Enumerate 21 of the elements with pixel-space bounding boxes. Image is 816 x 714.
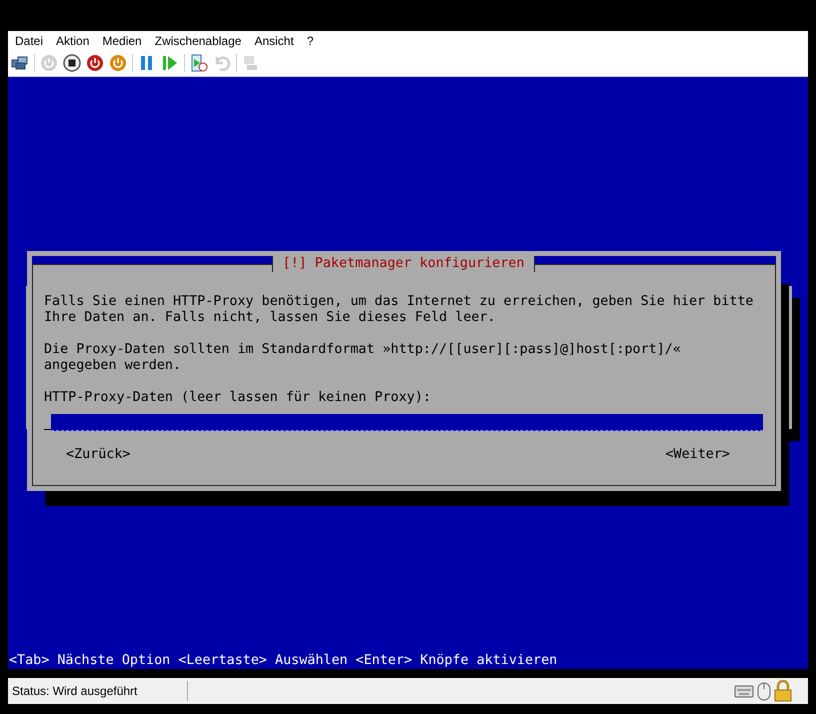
power-icon[interactable] <box>86 54 104 72</box>
dialog-text: Die Proxy-Daten sollten im Standardformat »http://[[user][:pass]@]host[:port]/« angegeben werden. <box>44 342 682 374</box>
menu-item[interactable]: Aktion <box>49 34 96 48</box>
menu-item[interactable]: Medien <box>95 34 148 48</box>
menu-item[interactable]: ? <box>300 34 320 48</box>
menu-item[interactable]: Zwischenablage <box>148 34 248 48</box>
power-icon[interactable] <box>109 54 127 72</box>
dialog-title: [!] Paketmanager konfigurieren <box>272 256 536 272</box>
play-icon[interactable] <box>161 54 179 72</box>
help-line: <Tab> Nächste Option <Leertaste> Auswählen <Enter> Knöpfe aktivieren <box>8 653 558 669</box>
status-text: Status: Wird ausgeführt <box>8 681 188 701</box>
proxy-input-field[interactable] <box>51 414 763 431</box>
document-play-icon[interactable] <box>190 54 208 72</box>
stop-icon[interactable] <box>63 54 81 72</box>
menu-item[interactable]: Datei <box>8 34 50 48</box>
mouse-icon <box>757 681 771 701</box>
menu-item[interactable]: Ansicht <box>247 34 300 48</box>
field-label: HTTP-Proxy-Daten (leer lassen für keinen Proxy): <box>44 390 432 406</box>
dialog-text: Falls Sie einen HTTP-Proxy benötigen, um das Internet zu erreichen, geben Sie hier bitte Ihre Daten an. Falls nicht, lassen Sie dieses Feld leer. <box>44 294 754 326</box>
lock-icon <box>774 680 792 702</box>
text-cursor <box>44 429 51 430</box>
